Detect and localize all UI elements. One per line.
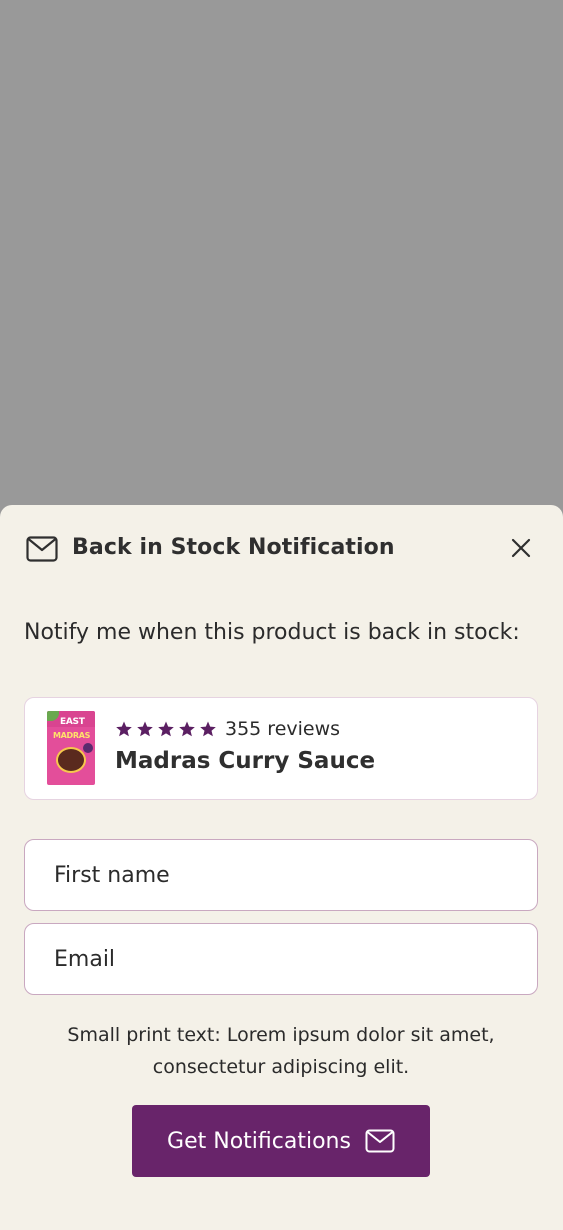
badge-icon bbox=[83, 743, 93, 753]
email-input[interactable] bbox=[24, 923, 538, 995]
intro-text: Notify me when this product is back in s… bbox=[24, 620, 520, 645]
product-thumbnail: EAST MADRAS bbox=[47, 711, 95, 785]
product-name: Madras Curry Sauce bbox=[115, 748, 376, 774]
product-card: EAST MADRAS 355 reviews Madras Curry Sau… bbox=[24, 697, 538, 800]
mail-icon bbox=[365, 1129, 395, 1153]
close-icon[interactable] bbox=[509, 536, 533, 560]
star-icon bbox=[179, 721, 195, 737]
get-notifications-label: Get Notifications bbox=[167, 1128, 351, 1154]
bowl-icon bbox=[56, 747, 86, 773]
first-name-input[interactable] bbox=[24, 839, 538, 911]
star-icon bbox=[158, 721, 174, 737]
thumb-product-name: MADRAS bbox=[53, 731, 91, 740]
modal-header: Back in Stock Notification bbox=[24, 533, 539, 565]
star-icon bbox=[137, 721, 153, 737]
modal-title: Back in Stock Notification bbox=[72, 535, 395, 560]
back-in-stock-modal: Back in Stock Notification Notify me whe… bbox=[0, 505, 563, 1230]
mail-icon bbox=[26, 536, 58, 562]
get-notifications-button[interactable]: Get Notifications bbox=[132, 1105, 430, 1177]
small-print: Small print text: Lorem ipsum dolor sit … bbox=[67, 1024, 495, 1078]
star-icon bbox=[116, 721, 132, 737]
star-icon bbox=[200, 721, 216, 737]
thumb-brand: EAST bbox=[60, 717, 85, 727]
star-rating: 355 reviews bbox=[115, 718, 340, 740]
review-count[interactable]: 355 reviews bbox=[225, 718, 340, 740]
